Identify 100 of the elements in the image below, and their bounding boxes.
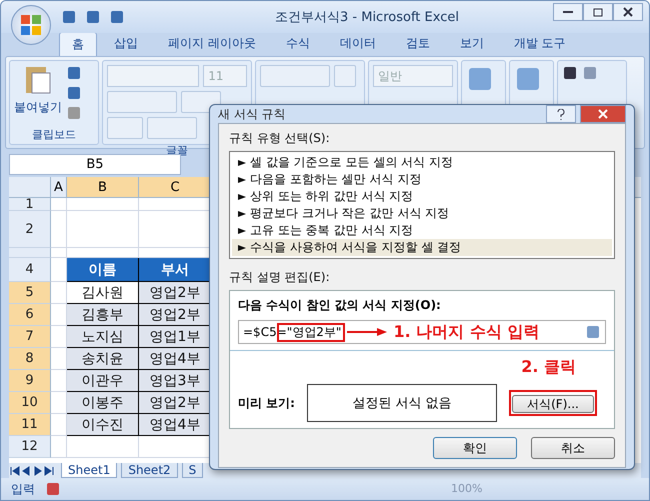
ribbon-tab[interactable]: 개발 도구: [500, 31, 579, 56]
table-cell: [51, 370, 67, 392]
cancel-button[interactable]: 취소: [531, 437, 615, 459]
font-name-field[interactable]: [107, 65, 200, 87]
ribbon-tab[interactable]: 보기: [446, 31, 497, 56]
table-cell: 영업2부: [139, 392, 212, 414]
table-cell: 영업4부: [139, 414, 212, 436]
table-cell: [51, 436, 67, 458]
office-logo: [20, 14, 42, 36]
table-cell: 영업3부: [139, 370, 212, 392]
ribbon-tab[interactable]: 수식: [272, 31, 323, 56]
bullet-icon: [238, 158, 246, 166]
table-cell: [67, 248, 139, 258]
column-title: 부서: [139, 258, 212, 282]
row-number: 4: [9, 258, 51, 282]
arrow-icon: [347, 327, 388, 337]
bullet-icon: [238, 226, 246, 234]
row-number: 5: [9, 282, 51, 304]
bullet-icon: [238, 244, 246, 252]
table-cell: 송치윤: [67, 348, 139, 370]
row-number: 1: [9, 198, 51, 211]
bullet-icon: [238, 210, 246, 218]
section-label: 규칙 설명 편집(E):: [229, 269, 331, 286]
rule-type-item[interactable]: 셀 값을 기준으로 모든 셀의 서식 지정: [232, 154, 612, 171]
table-cell: 영업2부: [139, 282, 212, 304]
bullet-icon: [238, 176, 246, 184]
table-cell: 이봉주: [67, 392, 139, 414]
bullet-icon: [238, 192, 246, 200]
rule-type-item[interactable]: 고유 또는 중복 값만 서식 지정: [232, 222, 612, 239]
ribbon-tab[interactable]: 데이터: [326, 31, 389, 56]
row-number: 9: [9, 370, 51, 392]
ribbon-tab[interactable]: 홈: [59, 32, 97, 56]
sheet-tab[interactable]: Sheet1: [61, 463, 118, 478]
minimize-button[interactable]: [553, 3, 583, 21]
row-number: 12: [9, 436, 51, 458]
row-number: 10: [9, 392, 51, 414]
close-icon: [598, 109, 608, 119]
maximize-button[interactable]: [583, 3, 613, 21]
paste-button[interactable]: 붙여넣기: [14, 65, 62, 121]
rule-type-item[interactable]: 상위 또는 하위 값만 서식 지정: [232, 188, 612, 205]
column-header[interactable]: B: [67, 177, 139, 198]
rule-type-item[interactable]: 다음을 포함하는 셀만 서식 지정: [232, 171, 612, 188]
column-header[interactable]: C: [139, 177, 212, 198]
zoom-level: 100%: [451, 482, 482, 495]
table-cell: 이수진: [67, 414, 139, 436]
table-cell: [67, 198, 139, 211]
minimize-icon: [563, 11, 573, 13]
table-cell: [51, 348, 67, 370]
column-title: 이름: [67, 258, 139, 282]
table-cell: [51, 258, 67, 282]
rule-type-label: 다음을 포함하는 셀만 서식 지정: [250, 171, 422, 188]
format-button[interactable]: 서식(F)...: [512, 395, 594, 413]
table-cell: [51, 248, 67, 258]
formula-label: 다음 수식이 참인 값의 서식 지정(O):: [238, 297, 442, 314]
dialog-title: 새 서식 규칙: [218, 106, 286, 122]
table-cell: 영업2부: [139, 304, 212, 326]
help-button[interactable]: [546, 105, 576, 123]
ok-button[interactable]: 확인: [433, 437, 517, 459]
table-cell: 김사원: [67, 282, 139, 304]
help-icon: [557, 108, 565, 120]
rule-type-label: 평균보다 크거나 작은 값만 서식 지정: [250, 205, 450, 222]
table-cell: [51, 304, 67, 326]
close-icon: [623, 7, 633, 17]
table-cell: [51, 198, 67, 211]
table-cell: [67, 211, 139, 248]
table-cell: 노지심: [67, 326, 139, 348]
rule-type-label: 상위 또는 하위 값만 서식 지정: [250, 188, 414, 205]
group-label: 클립보드: [32, 127, 76, 143]
rule-type-item[interactable]: 평균보다 크거나 작은 값만 서식 지정: [232, 205, 612, 222]
table-cell: [51, 211, 67, 248]
rule-type-label: 수식을 사용하여 서식을 지정할 셀 결정: [250, 239, 462, 256]
table-cell: [51, 414, 67, 436]
table-cell: [51, 392, 67, 414]
close-button[interactable]: [613, 3, 643, 21]
table-cell: [51, 282, 67, 304]
table-cell: 이관우: [67, 370, 139, 392]
preview-label: 미리 보기:: [238, 394, 295, 412]
table-cell: [51, 326, 67, 348]
status-mode: 입력: [11, 480, 35, 498]
annotation: 1. 나머지 수식 입력: [393, 322, 540, 342]
table-cell: [67, 436, 139, 458]
row-number: [9, 248, 51, 258]
clipboard-icon: [24, 65, 52, 95]
ribbon-tab[interactable]: 삽입: [101, 31, 151, 56]
row-number: 7: [9, 326, 51, 348]
row-number: 6: [9, 304, 51, 326]
ribbon-tab[interactable]: 검토: [392, 31, 443, 56]
table-cell: 영업4부: [139, 348, 212, 370]
ribbon-tab[interactable]: 페이지 레이아웃: [155, 31, 269, 56]
row-number: 11: [9, 414, 51, 436]
name-box[interactable]: B5: [9, 154, 181, 174]
fill-color-button[interactable]: [147, 117, 197, 139]
rule-type-label: 셀 값을 기준으로 모든 셀의 서식 지정: [250, 154, 453, 171]
row-number: 2: [9, 211, 51, 248]
rule-type-item[interactable]: 수식을 사용하여 서식을 지정할 셀 결정: [232, 239, 612, 256]
rule-type-label: 고유 또는 중복 값만 서식 지정: [250, 222, 414, 239]
preview-box: 설정된 서식 없음: [306, 384, 497, 422]
column-header[interactable]: A: [51, 177, 67, 198]
maximize-icon: [593, 8, 603, 16]
row-number: 8: [9, 348, 51, 370]
